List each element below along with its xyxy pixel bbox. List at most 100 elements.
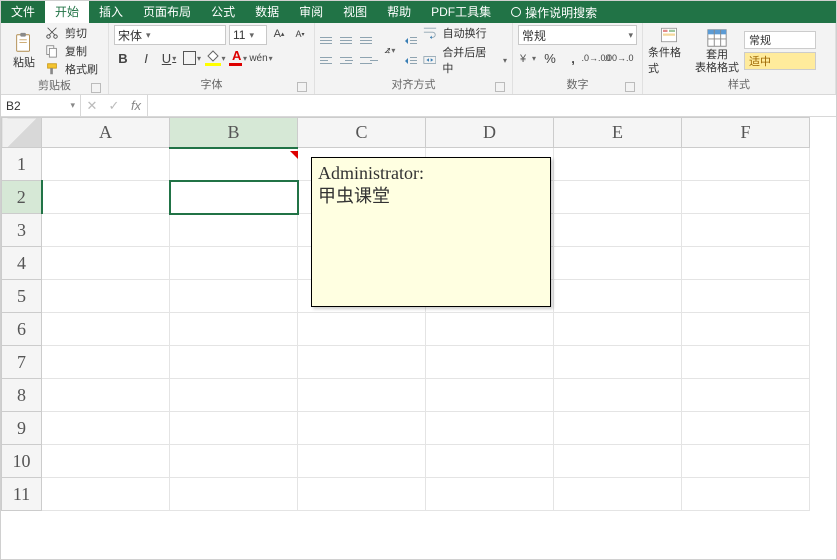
row-header-4[interactable]: 4 (2, 247, 42, 280)
menu-help[interactable]: 帮助 (377, 1, 421, 23)
align-bottom-button[interactable] (360, 32, 378, 50)
cell[interactable] (42, 181, 170, 214)
cell[interactable] (298, 412, 426, 445)
cell[interactable] (682, 412, 810, 445)
increase-font-button[interactable]: A▴ (270, 25, 288, 43)
cell[interactable] (170, 247, 298, 280)
cell-b2[interactable] (170, 181, 298, 214)
select-all-corner[interactable] (2, 118, 42, 148)
number-format-combo[interactable]: 常规▾ (518, 25, 637, 45)
cell[interactable] (554, 280, 682, 313)
row-header-11[interactable]: 11 (2, 478, 42, 511)
cell[interactable] (298, 379, 426, 412)
cell[interactable] (426, 346, 554, 379)
conditional-format-button[interactable]: 条件格式 (648, 26, 690, 76)
cell[interactable] (170, 214, 298, 247)
copy-button[interactable]: 复制 (45, 43, 98, 59)
fill-color-button[interactable]: ▾ (206, 49, 224, 67)
cell[interactable] (170, 478, 298, 511)
cell[interactable] (42, 247, 170, 280)
cell[interactable] (298, 313, 426, 346)
formula-bar-input[interactable] (148, 95, 836, 116)
cell[interactable] (682, 379, 810, 412)
col-header-e[interactable]: E (554, 118, 682, 148)
clipboard-launcher[interactable] (91, 83, 101, 93)
col-header-a[interactable]: A (42, 118, 170, 148)
cell[interactable] (554, 214, 682, 247)
cell[interactable] (42, 478, 170, 511)
cell[interactable] (682, 313, 810, 346)
paste-button[interactable]: 粘贴 (6, 26, 42, 76)
cell[interactable] (42, 148, 170, 181)
align-left-button[interactable] (320, 52, 338, 70)
menu-data[interactable]: 数据 (245, 1, 289, 23)
accept-formula-button[interactable]: ✓ (103, 95, 125, 117)
insert-function-button[interactable]: fx (125, 95, 147, 117)
row-header-5[interactable]: 5 (2, 280, 42, 313)
name-box[interactable]: B2▾ (1, 95, 81, 116)
cell[interactable] (682, 181, 810, 214)
decrease-font-button[interactable]: A▾ (291, 25, 309, 43)
increase-indent-button[interactable] (402, 52, 420, 70)
cell-style-good[interactable]: 适中 (744, 52, 816, 70)
menu-file[interactable]: 文件 (1, 1, 45, 23)
row-header-6[interactable]: 6 (2, 313, 42, 346)
col-header-c[interactable]: C (298, 118, 426, 148)
accounting-format-button[interactable]: ¥▾ (518, 49, 536, 67)
wrap-text-button[interactable]: 自动换行 (423, 25, 507, 41)
cancel-formula-button[interactable]: ✕ (81, 95, 103, 117)
cell[interactable] (42, 214, 170, 247)
cell[interactable] (42, 412, 170, 445)
font-size-combo[interactable]: 11▾ (229, 25, 267, 45)
cell[interactable] (682, 148, 810, 181)
cell[interactable] (682, 247, 810, 280)
align-middle-button[interactable] (340, 32, 358, 50)
col-header-b[interactable]: B (170, 118, 298, 148)
tell-me-search[interactable]: 操作说明搜索 (501, 1, 607, 23)
decrease-decimal-button[interactable]: .00→.0 (610, 49, 628, 67)
format-as-table-button[interactable]: 套用 表格格式 (693, 26, 741, 76)
orientation-button[interactable]: ⦨▾ (381, 42, 399, 60)
row-header-3[interactable]: 3 (2, 214, 42, 247)
bold-button[interactable]: B (114, 49, 132, 67)
cell[interactable] (682, 445, 810, 478)
row-header-1[interactable]: 1 (2, 148, 42, 181)
menu-page-layout[interactable]: 页面布局 (133, 1, 201, 23)
cell[interactable] (298, 346, 426, 379)
menu-review[interactable]: 审阅 (289, 1, 333, 23)
cell[interactable] (42, 379, 170, 412)
number-launcher[interactable] (625, 82, 635, 92)
comma-style-button[interactable]: , (564, 49, 582, 67)
cell[interactable] (554, 478, 682, 511)
row-header-7[interactable]: 7 (2, 346, 42, 379)
percent-button[interactable]: % (541, 49, 559, 67)
cell[interactable] (170, 346, 298, 379)
row-header-8[interactable]: 8 (2, 379, 42, 412)
cell[interactable] (682, 346, 810, 379)
cell[interactable] (42, 280, 170, 313)
row-header-10[interactable]: 10 (2, 445, 42, 478)
menu-view[interactable]: 视图 (333, 1, 377, 23)
menu-formulas[interactable]: 公式 (201, 1, 245, 23)
cell[interactable] (42, 313, 170, 346)
cell[interactable] (554, 148, 682, 181)
borders-button[interactable]: ▾ (183, 49, 201, 67)
cell[interactable] (170, 445, 298, 478)
col-header-f[interactable]: F (682, 118, 810, 148)
cell[interactable] (298, 445, 426, 478)
format-painter-button[interactable]: 格式刷 (45, 61, 98, 77)
phonetic-button[interactable]: wén▾ (252, 49, 270, 67)
cell[interactable] (170, 148, 298, 181)
cell[interactable] (426, 313, 554, 346)
cell-style-normal[interactable]: 常规 (744, 31, 816, 49)
italic-button[interactable]: I (137, 49, 155, 67)
cell[interactable] (682, 214, 810, 247)
merge-center-button[interactable]: 合并后居中▾ (423, 44, 507, 76)
cell[interactable] (426, 445, 554, 478)
cell[interactable] (554, 181, 682, 214)
cell[interactable] (42, 445, 170, 478)
font-launcher[interactable] (297, 82, 307, 92)
cell[interactable] (554, 247, 682, 280)
cell[interactable] (554, 346, 682, 379)
cell[interactable] (554, 445, 682, 478)
